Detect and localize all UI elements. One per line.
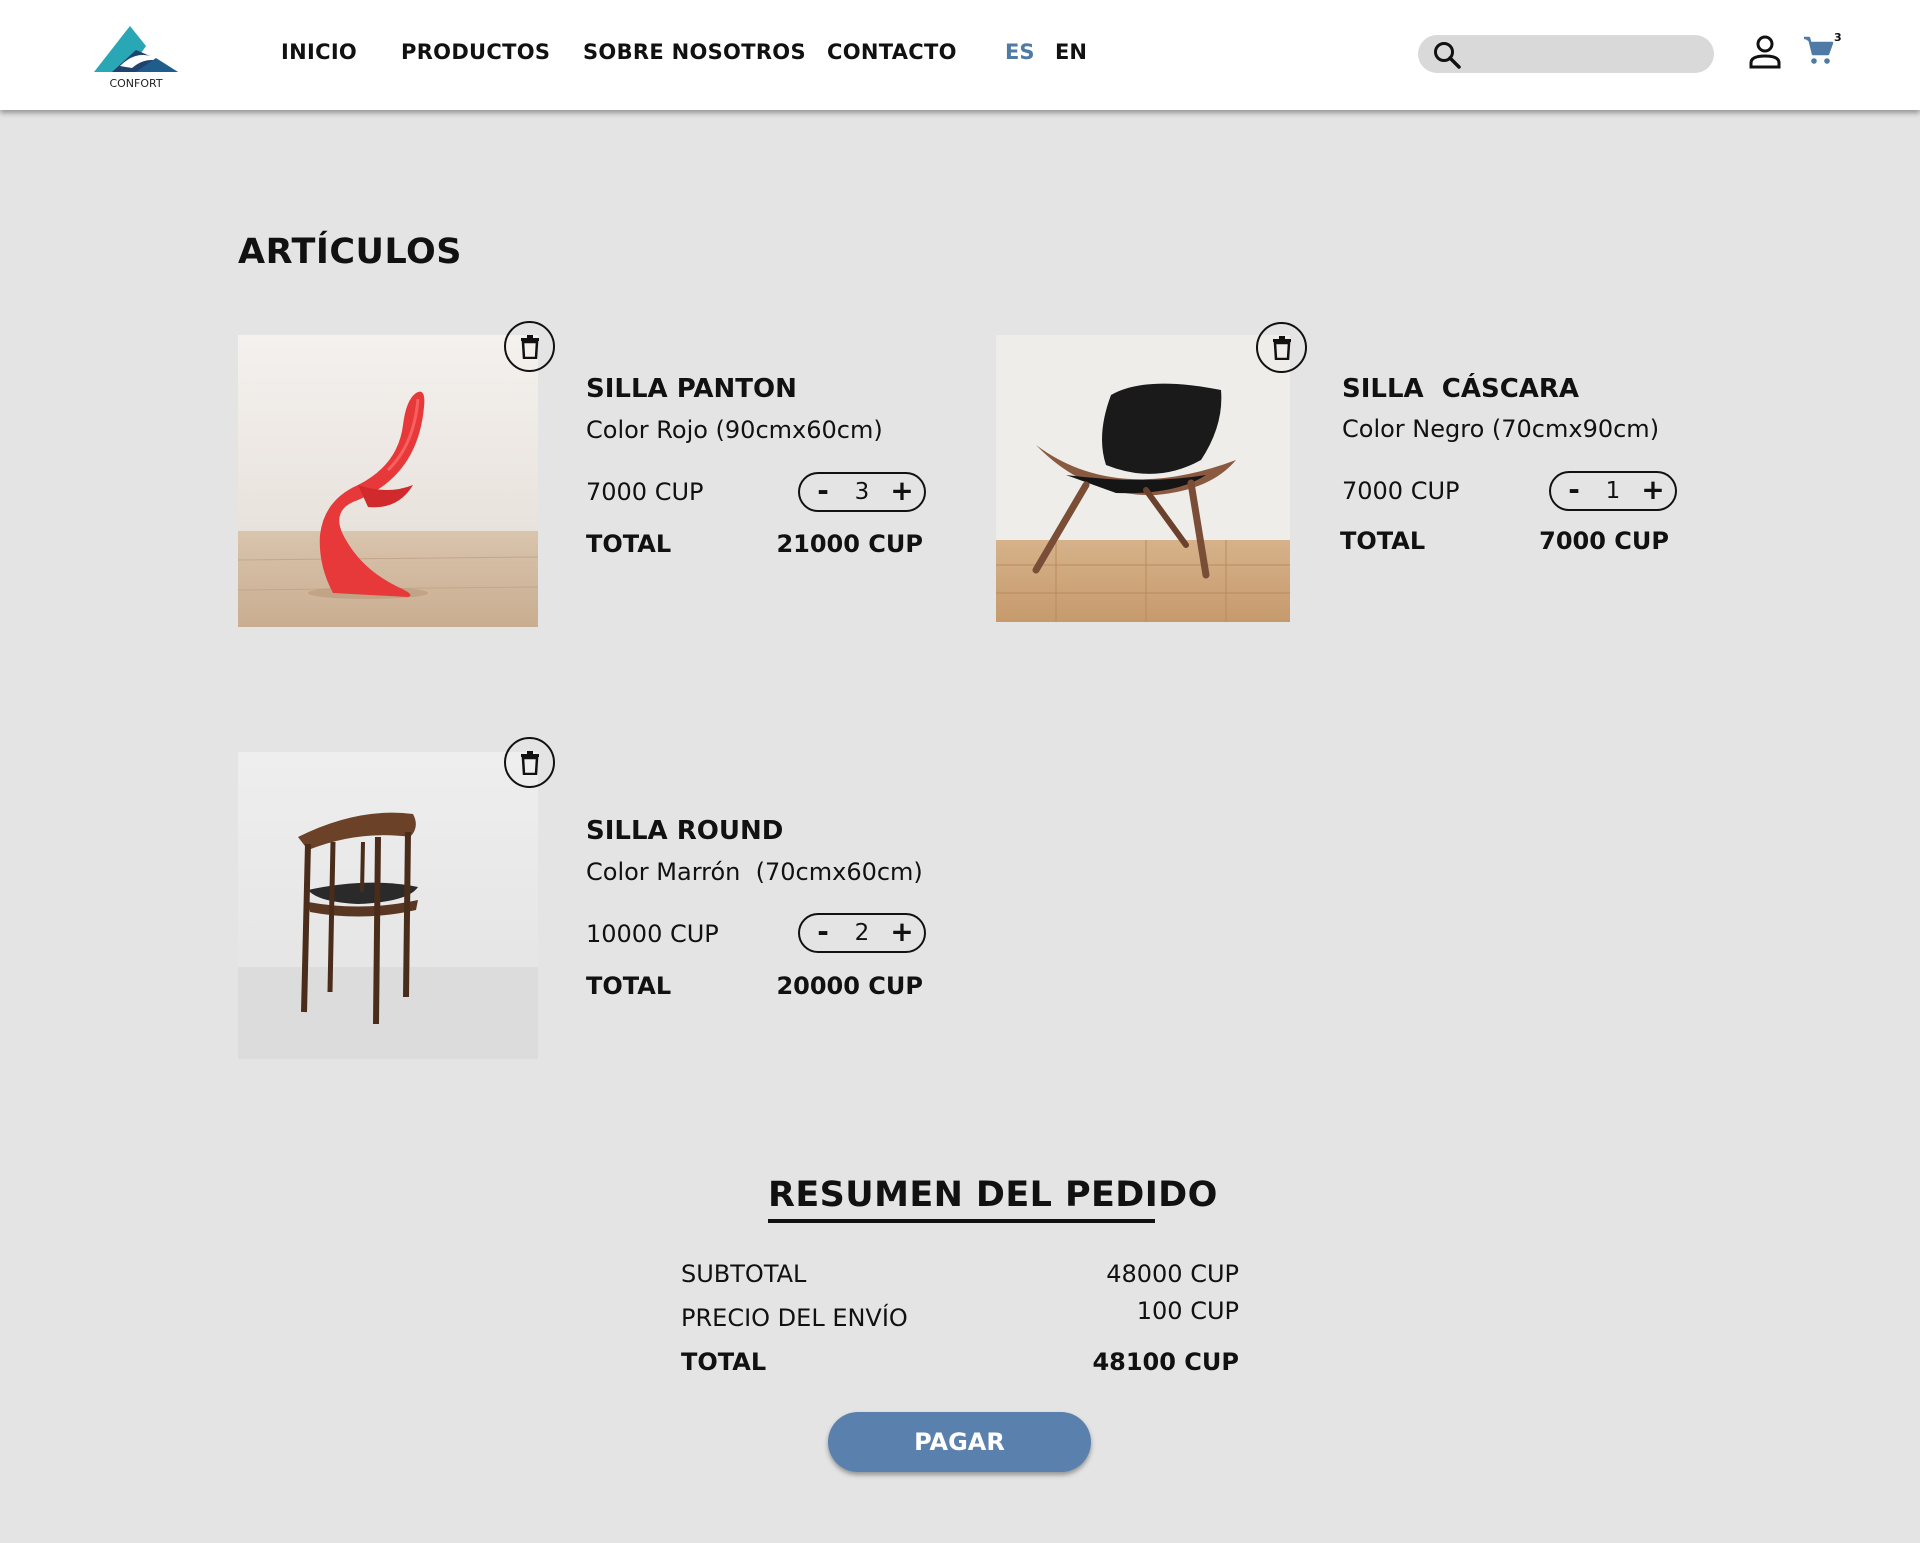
- quantity-stepper: - 1 +: [1549, 471, 1677, 511]
- nav-sobre-nosotros[interactable]: SOBRE NOSOTROS: [583, 40, 806, 64]
- product-name: SILLA CÁSCARA: [1342, 374, 1580, 404]
- pay-button[interactable]: PAGAR: [828, 1412, 1091, 1472]
- shipping-value: 100 CUP: [1136, 1297, 1239, 1325]
- decrease-quantity-button[interactable]: -: [812, 474, 834, 510]
- product-total-value: 20000 CUP: [776, 972, 923, 1000]
- increase-quantity-button[interactable]: +: [890, 474, 914, 510]
- increase-quantity-button[interactable]: +: [890, 915, 914, 951]
- brand-logo[interactable]: CONFORT: [90, 22, 182, 92]
- product-price: 10000 CUP: [586, 920, 719, 948]
- product-price: 7000 CUP: [1342, 477, 1460, 505]
- quantity-value: 3: [854, 479, 870, 505]
- user-icon[interactable]: [1748, 34, 1782, 70]
- product-total-label: TOTAL: [1340, 527, 1426, 555]
- product-name: SILLA ROUND: [586, 816, 784, 846]
- lang-en[interactable]: EN: [1055, 40, 1087, 64]
- search-input[interactable]: [1468, 39, 1698, 69]
- product-total-label: TOTAL: [586, 530, 672, 558]
- product-image-round: [238, 752, 538, 1059]
- trash-icon: [520, 334, 539, 359]
- nav-productos[interactable]: PRODUCTOS: [401, 40, 550, 64]
- product-image-cascara: [996, 335, 1290, 622]
- product-price: 7000 CUP: [586, 478, 704, 506]
- quantity-value: 1: [1605, 478, 1621, 504]
- logo-mountain-icon: [94, 26, 178, 72]
- product-description: Color Negro (70cmx90cm): [1342, 415, 1660, 443]
- quantity-stepper: - 3 +: [798, 472, 926, 512]
- red-chair-image: [238, 335, 538, 627]
- product-total-value: 21000 CUP: [776, 530, 923, 558]
- nav-contacto[interactable]: CONTACTO: [827, 40, 957, 64]
- decrease-quantity-button[interactable]: -: [1563, 473, 1585, 509]
- top-navbar: CONFORT INICIO PRODUCTOS SOBRE NOSOTROS …: [0, 0, 1920, 110]
- remove-item-panton-button[interactable]: [504, 321, 555, 372]
- brand-name: CONFORT: [109, 77, 163, 90]
- nav-inicio[interactable]: INICIO: [281, 40, 357, 64]
- quantity-stepper: - 2 +: [798, 913, 926, 953]
- product-total-label: TOTAL: [586, 972, 672, 1000]
- articles-title: ARTÍCULOS: [238, 232, 462, 272]
- summary-title-underline: [768, 1219, 1155, 1223]
- cart-count-badge: 3: [1834, 31, 1842, 44]
- search-icon[interactable]: [1432, 40, 1462, 70]
- product-description: Color Rojo (90cmx60cm): [586, 416, 883, 444]
- order-total-value: 48100 CUP: [1092, 1348, 1239, 1376]
- trash-icon: [520, 750, 539, 775]
- subtotal-label: SUBTOTAL: [681, 1260, 807, 1288]
- product-image-panton: [238, 335, 538, 627]
- increase-quantity-button[interactable]: +: [1641, 473, 1665, 509]
- trash-icon: [1272, 335, 1291, 360]
- order-total-label: TOTAL: [681, 1348, 767, 1376]
- quantity-value: 2: [854, 920, 870, 946]
- order-summary-title: RESUMEN DEL PEDIDO: [768, 1175, 1218, 1215]
- black-chair-image: [996, 335, 1290, 622]
- lang-es[interactable]: ES: [1005, 40, 1034, 64]
- search-bar: [1418, 35, 1714, 73]
- product-total-value: 7000 CUP: [1539, 527, 1669, 555]
- product-name: SILLA PANTON: [586, 374, 797, 404]
- brown-chair-image: [238, 752, 538, 1059]
- shipping-label: PRECIO DEL ENVÍO: [681, 1304, 908, 1332]
- subtotal-value: 48000 CUP: [1106, 1260, 1239, 1288]
- cart-icon[interactable]: [1802, 34, 1834, 66]
- remove-item-cascara-button[interactable]: [1256, 322, 1307, 373]
- decrease-quantity-button[interactable]: -: [812, 915, 834, 951]
- product-description: Color Marrón (70cmx60cm): [586, 858, 923, 886]
- remove-item-round-button[interactable]: [504, 737, 555, 788]
